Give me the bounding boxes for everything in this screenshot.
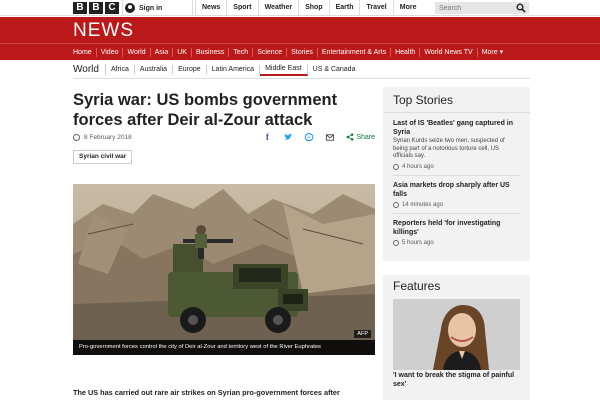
top-nav-earth[interactable]: Earth xyxy=(328,0,360,16)
sub-nav: World Africa Australia Europe Latin Amer… xyxy=(73,62,360,77)
top-stories-panel: Top Stories Last of IS 'Beatles' gang ca… xyxy=(383,87,530,261)
share-label: Share xyxy=(356,133,375,141)
logo-letter: C xyxy=(105,2,119,14)
top-story-title[interactable]: Reporters held 'for investigating killin… xyxy=(393,219,520,237)
top-story-item[interactable]: Last of IS 'Beatles' gang captured in Sy… xyxy=(383,113,530,170)
sub-nav-australia[interactable]: Australia xyxy=(135,65,174,74)
twitter-icon[interactable] xyxy=(283,133,293,142)
search-input[interactable] xyxy=(439,4,509,12)
photo-caption: Pro-government forces control the city o… xyxy=(73,340,375,355)
clock-icon xyxy=(393,239,399,246)
section-title[interactable]: NEWS xyxy=(73,17,134,43)
top-story-time-label: 5 hours ago xyxy=(402,239,434,246)
main-nav-uk[interactable]: UK xyxy=(172,47,191,57)
sub-nav-middle-east[interactable]: Middle East xyxy=(260,63,308,76)
top-story-time-label: 4 hours ago xyxy=(402,163,434,170)
top-story-time: 14 minutes ago xyxy=(393,201,520,208)
sub-nav-latin-america[interactable]: Latin America xyxy=(207,65,261,74)
main-nav-video[interactable]: Video xyxy=(95,47,123,57)
features-title: Features xyxy=(393,279,441,293)
signin-link[interactable]: Sign in xyxy=(122,0,194,16)
main-nav-more[interactable]: More ▾ xyxy=(476,47,507,57)
article-date: 8 February 2018 xyxy=(84,133,132,141)
main-nav-home[interactable]: Home xyxy=(73,48,96,57)
feature-title[interactable]: 'I want to break the stigma of painful s… xyxy=(393,371,520,389)
article-meta: 8 February 2018 f Share xyxy=(73,131,375,143)
top-nav-shop[interactable]: Shop xyxy=(298,0,329,16)
email-icon[interactable] xyxy=(325,133,335,142)
main-nav-stories[interactable]: Stories xyxy=(286,47,317,57)
photo-illustration xyxy=(73,184,375,355)
divider xyxy=(73,78,530,79)
top-story-title[interactable]: Asia markets drop sharply after US falls xyxy=(393,181,520,199)
messenger-icon[interactable] xyxy=(304,132,314,142)
sub-nav-section[interactable]: World xyxy=(73,64,106,75)
topic-tag[interactable]: Syrian civil war xyxy=(73,150,133,164)
top-story-title[interactable]: Last of IS 'Beatles' gang captured in Sy… xyxy=(393,119,520,137)
main-nav-business[interactable]: Business xyxy=(190,47,228,57)
sub-nav-europe[interactable]: Europe xyxy=(173,65,207,74)
top-story-time: 4 hours ago xyxy=(393,163,520,170)
main-nav-tech[interactable]: Tech xyxy=(228,47,252,57)
search-icon[interactable] xyxy=(516,3,526,13)
photo-credit: AFP xyxy=(354,330,371,338)
search-box xyxy=(435,2,529,14)
top-nav-sport[interactable]: Sport xyxy=(226,0,257,16)
share-icon xyxy=(346,133,354,141)
top-nav-weather[interactable]: Weather xyxy=(257,0,299,16)
main-nav-entertainment[interactable]: Entertainment & Arts xyxy=(316,47,390,57)
logo-letter: B xyxy=(73,2,87,14)
features-panel: Features 'I want to break the stigma of … xyxy=(383,275,530,400)
top-nav-news[interactable]: News xyxy=(195,0,226,16)
top-story-summary: Syrian Kurds seize two men, suspected of… xyxy=(393,138,505,159)
feature-photo-illustration xyxy=(393,299,520,370)
user-icon xyxy=(125,3,135,13)
clock-icon xyxy=(393,201,399,208)
masthead: B B C Sign in News Sport Weather Shop Ea… xyxy=(0,0,600,16)
top-story-time-label: 14 minutes ago xyxy=(402,201,444,208)
sub-nav-us-canada[interactable]: US & Canada xyxy=(308,65,361,74)
article-headline: Syria war: US bombs government forces af… xyxy=(73,91,338,129)
article-intro: The US has carried out rare air strikes … xyxy=(73,388,340,397)
feature-photo[interactable] xyxy=(393,299,520,370)
divider xyxy=(393,212,520,214)
top-story-item[interactable]: Asia markets drop sharply after US falls… xyxy=(383,181,530,208)
share-tools: f Share xyxy=(262,132,375,142)
news-banner: NEWS xyxy=(0,17,600,43)
bbc-logo[interactable]: B B C xyxy=(73,2,119,14)
clock-icon xyxy=(393,163,399,170)
top-stories-title: Top Stories xyxy=(383,87,530,113)
sub-nav-africa[interactable]: Africa xyxy=(106,65,135,74)
article-photo: AFP Pro-government forces control the ci… xyxy=(73,184,375,355)
facebook-icon[interactable]: f xyxy=(262,132,272,142)
top-story-item[interactable]: Reporters held 'for investigating killin… xyxy=(383,219,530,246)
main-nav: Home Video World Asia UK Business Tech S… xyxy=(0,43,600,60)
main-nav-world-news-tv[interactable]: World News TV xyxy=(419,47,476,57)
clock-icon xyxy=(73,133,80,141)
top-nav-travel[interactable]: Travel xyxy=(359,0,392,16)
top-nav-more-label: More xyxy=(399,4,417,11)
main-nav-science[interactable]: Science xyxy=(252,47,286,57)
top-nav: News Sport Weather Shop Earth Travel Mor… xyxy=(195,0,450,16)
share-button[interactable]: Share xyxy=(346,133,375,141)
main-nav-health[interactable]: Health xyxy=(390,47,419,57)
signin-label: Sign in xyxy=(139,4,163,12)
main-nav-world[interactable]: World xyxy=(122,47,149,57)
logo-letter: B xyxy=(89,2,103,14)
main-nav-asia[interactable]: Asia xyxy=(149,47,173,57)
divider xyxy=(393,174,520,176)
top-story-time: 5 hours ago xyxy=(393,239,520,246)
